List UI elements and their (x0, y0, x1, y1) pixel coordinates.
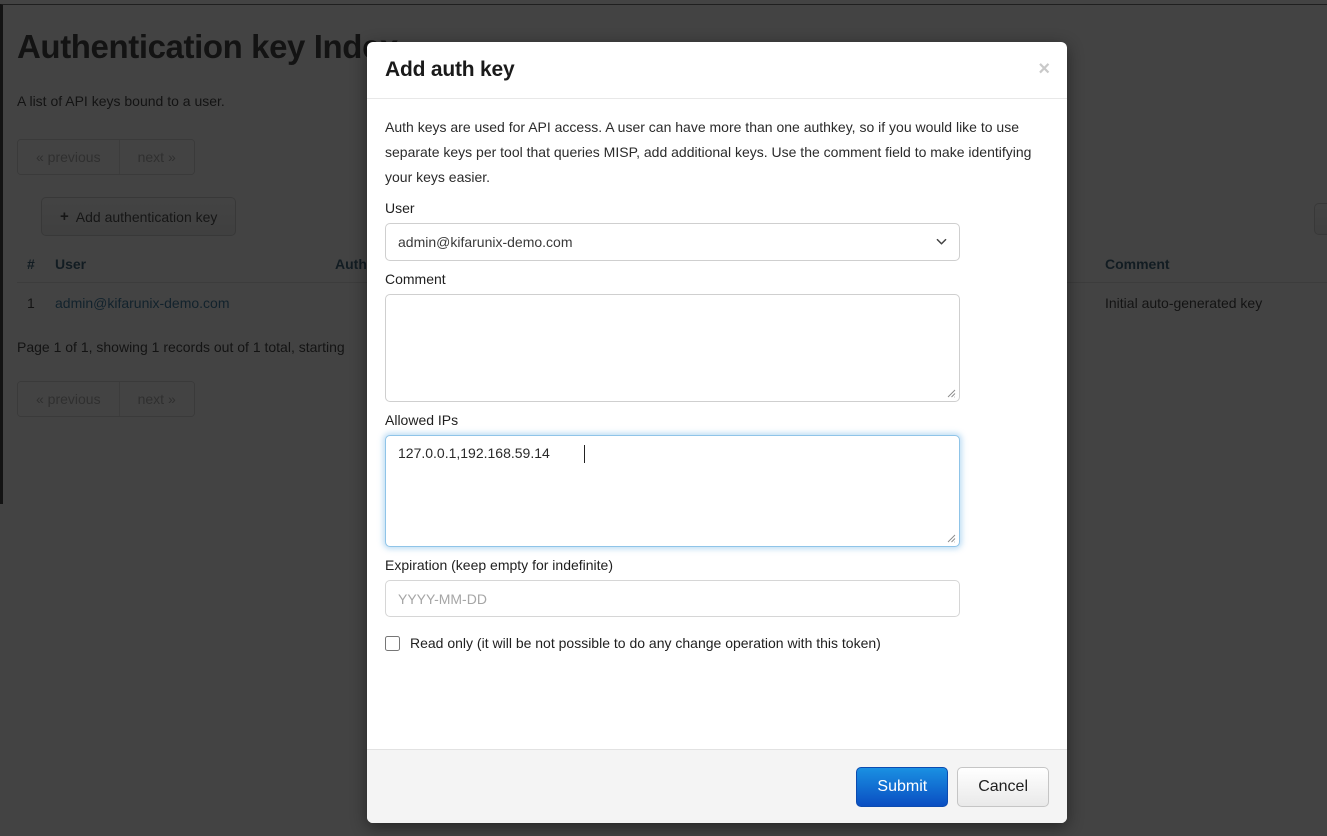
read-only-checkbox[interactable] (385, 635, 400, 651)
comment-field-label: Comment (385, 271, 446, 287)
cancel-button[interactable]: Cancel (957, 766, 1049, 807)
user-field-label: User (385, 200, 415, 216)
allowed-ips-field-label: Allowed IPs (385, 412, 459, 428)
modal-body: Auth keys are used for API access. A use… (367, 99, 1067, 749)
close-icon[interactable]: × (1038, 59, 1050, 79)
user-select-wrapper: admin@kifarunix-demo.com (385, 223, 960, 261)
allowed-ips-textarea[interactable] (385, 435, 960, 547)
modal-footer: Submit Cancel (367, 749, 1067, 823)
expiration-field-label: Expiration (keep empty for indefinite) (385, 557, 613, 573)
expiration-input[interactable] (385, 580, 960, 617)
allowed-ips-textarea-wrapper (385, 435, 960, 547)
user-select[interactable]: admin@kifarunix-demo.com (385, 223, 960, 261)
read-only-row: Read only (it will be not possible to do… (385, 635, 1049, 651)
submit-button[interactable]: Submit (856, 766, 949, 807)
comment-textarea-wrapper (385, 294, 960, 402)
modal-header: Add auth key × (367, 42, 1067, 99)
read-only-label: Read only (it will be not possible to do… (410, 635, 881, 651)
add-auth-key-modal: Add auth key × Auth keys are used for AP… (367, 42, 1067, 823)
text-cursor (584, 445, 585, 463)
modal-description: Auth keys are used for API access. A use… (385, 119, 1032, 185)
comment-textarea[interactable] (385, 294, 960, 402)
modal-title: Add auth key (385, 58, 515, 81)
